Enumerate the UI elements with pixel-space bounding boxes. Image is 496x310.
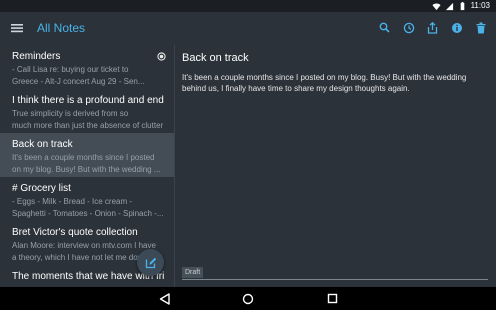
note-item[interactable]: Reminders - Call Lisa re: buying our tic… [0,45,174,89]
recents-icon [327,293,337,304]
note-item-selected[interactable]: Back on track It's been a couple months … [0,133,174,177]
navigation-bar [0,287,496,310]
recents-button[interactable] [325,292,339,305]
home-icon [242,293,254,304]
home-button[interactable] [241,292,255,305]
note-preview: It's been a couple months since I posted [12,153,155,162]
note-preview: Alan Moore: interview on mtv.com I have [12,241,156,250]
editor-title: Back on track [182,52,249,64]
signal-icon [445,2,453,10]
editor-body[interactable]: It's been a couple months since I posted… [182,72,482,94]
note-title: # Grocery list [12,183,71,194]
delete-button[interactable] [473,20,488,35]
note-item[interactable]: I think there is a profound and endu... … [0,89,174,133]
toolbar-actions [377,20,488,35]
draft-badge: Draft [182,267,204,278]
editor-underline [182,279,488,280]
app-bar: All Notes [0,12,496,45]
trash-icon [476,22,485,33]
history-button[interactable] [401,20,416,35]
share-icon [427,21,438,34]
note-preview: on my blog. Busy! But with the wedding .… [12,165,161,174]
note-preview: much more than just the absence of clutt… [12,121,164,130]
status-bar: 11:03 [0,0,496,12]
note-preview: - Eggs - Milk - Bread - Ice cream - [12,197,133,206]
note-item[interactable]: # Grocery list - Eggs - Milk - Bread - I… [0,177,174,221]
note-title: Back on track [12,139,73,150]
status-time: 11:03 [470,1,490,10]
back-button[interactable] [157,292,171,305]
search-icon [379,22,390,33]
app-title: All Notes [37,21,86,35]
info-icon [451,22,462,33]
note-preview: Greece - Alt-J concert Aug 29 - Sen... [12,77,145,86]
compose-icon [145,257,156,268]
info-button[interactable] [449,20,464,35]
note-title: Bret Victor's quote collection [12,227,138,238]
history-icon [403,22,414,33]
battery-icon [460,1,464,10]
note-title: I think there is a profound and endu... [12,95,164,106]
back-icon [159,292,170,305]
search-button[interactable] [377,20,392,35]
pin-radio-icon[interactable] [157,52,166,61]
note-editor[interactable]: Back on track It's been a couple months … [175,45,496,287]
note-preview: - Call Lisa re: buying our ticket to [12,65,129,74]
new-note-button[interactable] [137,249,164,276]
menu-icon[interactable] [10,21,24,35]
share-button[interactable] [425,20,440,35]
wifi-icon [432,3,441,10]
note-preview: True simplicity is derived from so [12,109,129,118]
note-preview: Spaghetti - Tomatoes - Onion - Spinach -… [12,209,164,218]
note-title: Reminders [12,51,61,62]
